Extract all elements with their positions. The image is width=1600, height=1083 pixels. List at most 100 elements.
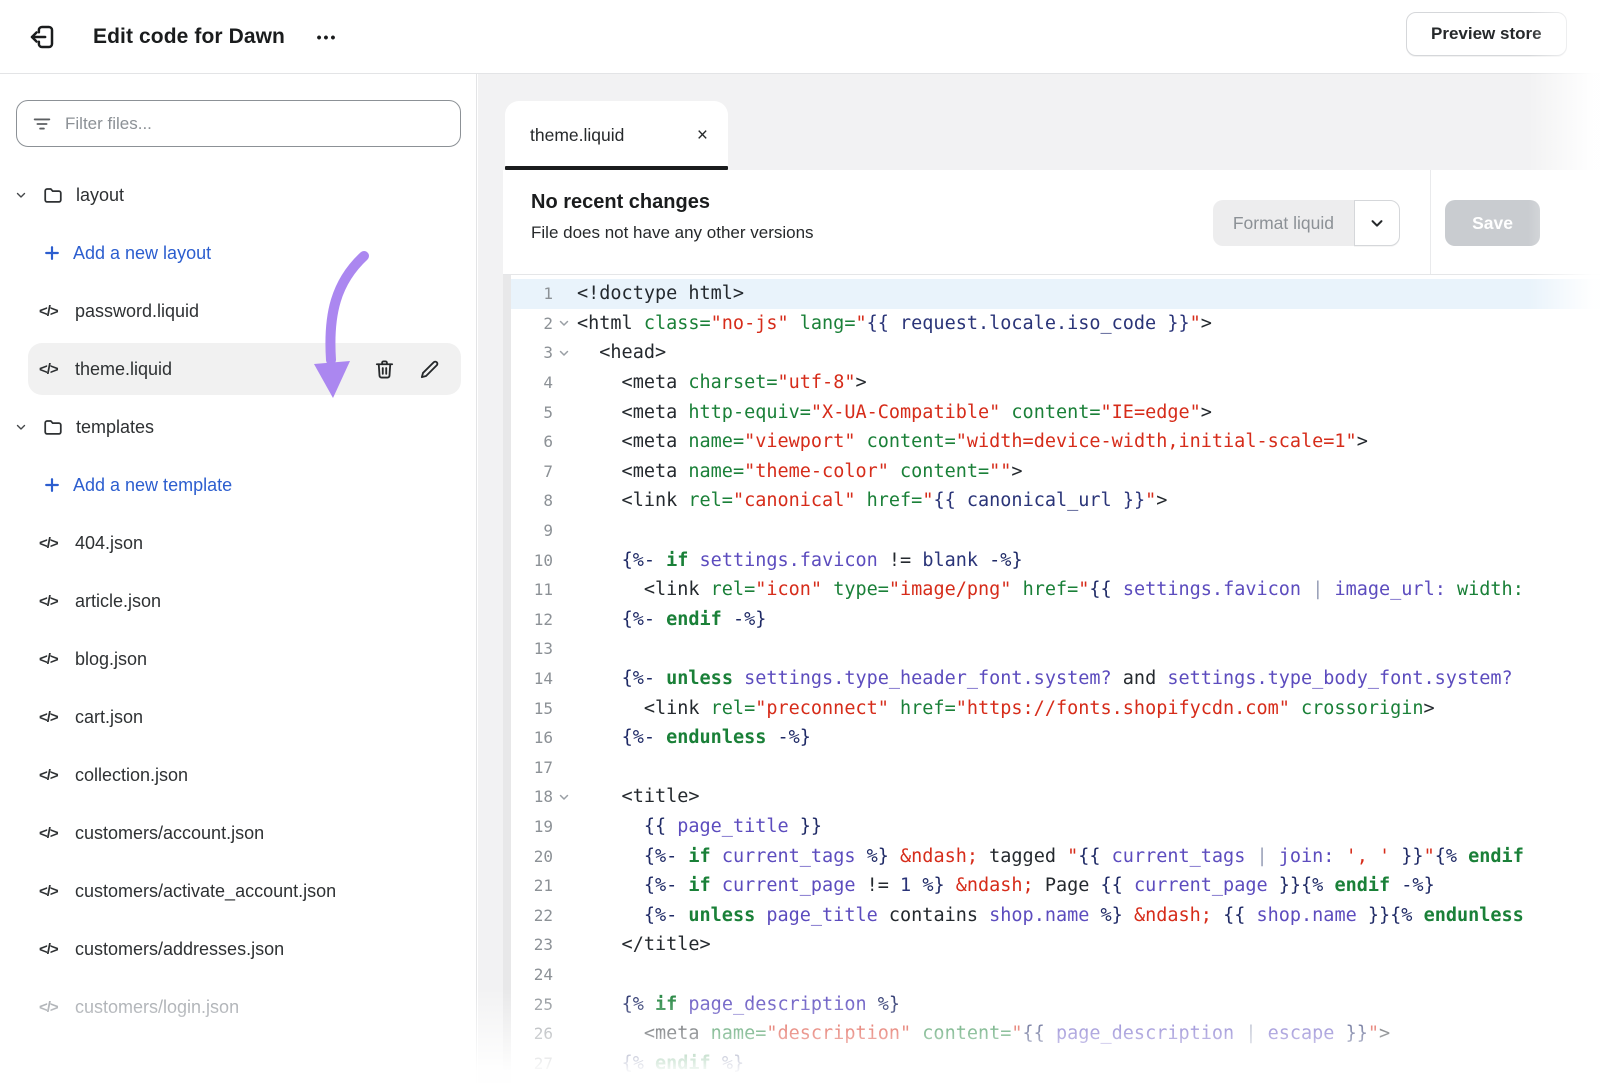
top-bar: Edit code for Dawn ••• Preview store [0,0,1600,74]
code-line[interactable]: 15 <link rel="preconnect" href="https://… [511,693,1600,723]
line-number: 16 [511,728,553,747]
code-file-icon: </> [39,767,58,784]
code-text: <link rel="canonical" href="{{ canonical… [577,490,1167,511]
editor-left-strip [503,275,511,1083]
sidebar-item-cart-json[interactable]: </>cart.json [0,688,477,746]
code-line[interactable]: 1<!doctype html> [511,279,1600,309]
code-text: <meta name="theme-color" content=""> [577,461,1023,482]
chevron-down-icon[interactable] [12,188,30,202]
code-line[interactable]: 22 {%- unless page_title contains shop.n… [511,900,1600,930]
code-text: {% endif %} [577,1053,744,1074]
plus-icon [42,243,62,263]
version-info-bar: No recent changes File does not have any… [503,170,1600,275]
sidebar-item-customers-addresses-json[interactable]: </>customers/addresses.json [0,920,477,978]
code-text: <meta name="viewport" content="width=dev… [577,431,1368,452]
exit-icon [27,22,57,52]
line-number: 4 [511,373,553,392]
filter-files-box[interactable] [16,100,461,147]
sidebar-item-password-liquid[interactable]: </>password.liquid [0,282,477,340]
editor-card: No recent changes File does not have any… [503,170,1600,1083]
code-line[interactable]: 12 {%- endif -%} [511,605,1600,635]
code-line[interactable]: 26 <meta name="description" content="{{ … [511,1019,1600,1049]
sidebar-item-theme-liquid[interactable]: </>theme.liquid [0,340,477,398]
sidebar-item-customers-activate-account-json[interactable]: </>customers/activate_account.json [0,862,477,920]
code-line[interactable]: 25 {% if page_description %} [511,989,1600,1019]
line-number: 13 [511,639,553,658]
line-number: 23 [511,935,553,954]
line-number: 17 [511,758,553,777]
format-liquid-dropdown[interactable] [1354,200,1400,246]
trash-icon[interactable] [373,358,396,381]
code-line[interactable]: 4 <meta charset="utf-8"> [511,368,1600,398]
line-number: 12 [511,610,553,629]
preview-store-button[interactable]: Preview store [1406,12,1567,56]
fold-chevron-icon[interactable] [553,317,575,329]
file-tree: layoutAdd a new layout</>password.liquid… [0,166,477,1036]
code-line[interactable]: 23 </title> [511,930,1600,960]
tab-close-icon[interactable]: × [697,126,708,145]
code-line[interactable]: 24 [511,960,1600,990]
sidebar-item-layout[interactable]: layout [0,166,477,224]
code-line[interactable]: 7 <meta name="theme-color" content=""> [511,457,1600,487]
sidebar-item-templates[interactable]: templates [0,398,477,456]
code-line[interactable]: 27 {% endif %} [511,1048,1600,1078]
code-line[interactable]: 16 {%- endunless -%} [511,723,1600,753]
code-line[interactable]: 8 <link rel="canonical" href="{{ canonic… [511,486,1600,516]
save-button[interactable]: Save [1445,200,1540,246]
code-line[interactable]: 21 {%- if current_page != 1 %} &ndash; P… [511,871,1600,901]
version-subtext: File does not have any other versions [531,223,814,243]
line-number: 8 [511,491,553,510]
file-label: customers/addresses.json [75,939,284,960]
sidebar-item-add-a-new-layout[interactable]: Add a new layout [0,224,477,282]
line-number: 24 [511,965,553,984]
pencil-icon[interactable] [418,358,441,381]
folder-icon [42,416,64,438]
tab-theme-liquid[interactable]: theme.liquid × [505,101,728,170]
sidebar-item-add-a-new-template[interactable]: Add a new template [0,456,477,514]
exit-editor-button[interactable] [22,17,62,57]
code-text: <link rel="preconnect" href="https://fon… [577,698,1435,719]
more-actions-button[interactable]: ••• [305,21,349,53]
code-text: {%- unless settings.type_header_font.sys… [577,668,1513,689]
code-line[interactable]: 19 {{ page_title }} [511,812,1600,842]
line-number: 27 [511,1054,553,1073]
sidebar-item-article-json[interactable]: </> article.json [0,572,477,630]
chevron-down-icon[interactable] [12,420,30,434]
sidebar-item-customers-account-json[interactable]: </>customers/account.json [0,804,477,862]
code-line[interactable]: 14 {%- unless settings.type_header_font.… [511,664,1600,694]
code-line[interactable]: 17 [511,753,1600,783]
code-editor[interactable]: 1<!doctype html>2<html class="no-js" lan… [503,275,1600,1083]
code-text: {%- endif -%} [577,609,766,630]
code-line[interactable]: 2<html class="no-js" lang="{{ request.lo… [511,309,1600,339]
code-line[interactable]: 3 <head> [511,338,1600,368]
line-number: 7 [511,462,553,481]
sidebar-item-collection-json[interactable]: </> collection.json [0,746,477,804]
sidebar-item-customers-login-json[interactable]: </>customers/login.json [0,978,477,1036]
file-label: blog.json [75,649,147,670]
code-line[interactable]: 18 <title> [511,782,1600,812]
sidebar-item-blog-json[interactable]: </>blog.json [0,630,477,688]
fold-chevron-icon[interactable] [553,791,575,803]
code-line[interactable]: 11 <link rel="icon" type="image/png" hre… [511,575,1600,605]
code-lines: 1<!doctype html>2<html class="no-js" lan… [511,279,1600,1078]
code-line[interactable]: 5 <meta http-equiv="X-UA-Compatible" con… [511,397,1600,427]
line-number: 6 [511,432,553,451]
code-text: {%- if current_page != 1 %} &ndash; Page… [577,875,1435,896]
line-number: 19 [511,817,553,836]
code-line[interactable]: 10 {%- if settings.favicon != blank -%} [511,545,1600,575]
filter-files-input[interactable] [65,114,446,134]
code-line[interactable]: 20 {%- if current_tags %} &ndash; tagged… [511,841,1600,871]
code-line[interactable]: 13 [511,634,1600,664]
code-line[interactable]: 9 [511,516,1600,546]
file-label: article.json [75,591,161,612]
fold-chevron-icon[interactable] [553,347,575,359]
file-label: theme.liquid [75,359,172,380]
format-liquid-button[interactable]: Format liquid [1213,200,1354,246]
file-label: cart.json [75,707,143,728]
file-label: collection.json [75,765,188,786]
code-file-icon: </> [39,593,58,610]
code-line[interactable]: 6 <meta name="viewport" content="width=d… [511,427,1600,457]
code-file-icon: </> [39,825,58,842]
line-number: 11 [511,580,553,599]
sidebar-item-404-json[interactable]: </>404.json [0,514,477,572]
